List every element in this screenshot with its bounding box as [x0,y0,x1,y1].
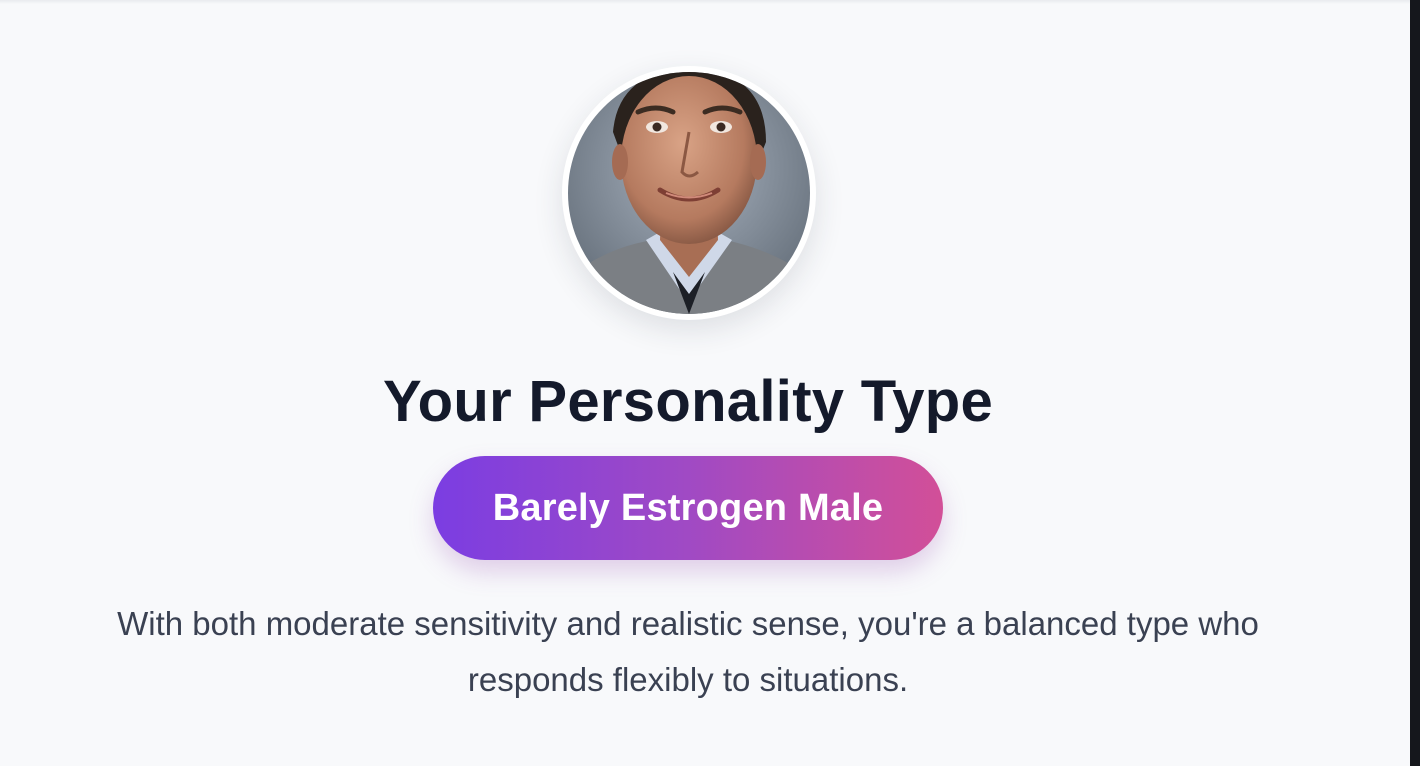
result-card: Your Personality Type Barely Estrogen Ma… [0,0,1376,766]
portrait-photo-icon [568,72,810,314]
personality-type-badge: Barely Estrogen Male [433,456,943,560]
personality-description: With both moderate sensitivity and reali… [0,596,1376,708]
description-line: With both moderate sensitivity and reali… [117,605,1259,642]
description-line: responds flexibly to situations. [467,661,909,698]
avatar [562,66,816,320]
window-edge [1410,0,1420,766]
page-title: Your Personality Type [382,369,994,434]
personality-type-label: Barely Estrogen Male [492,486,884,529]
